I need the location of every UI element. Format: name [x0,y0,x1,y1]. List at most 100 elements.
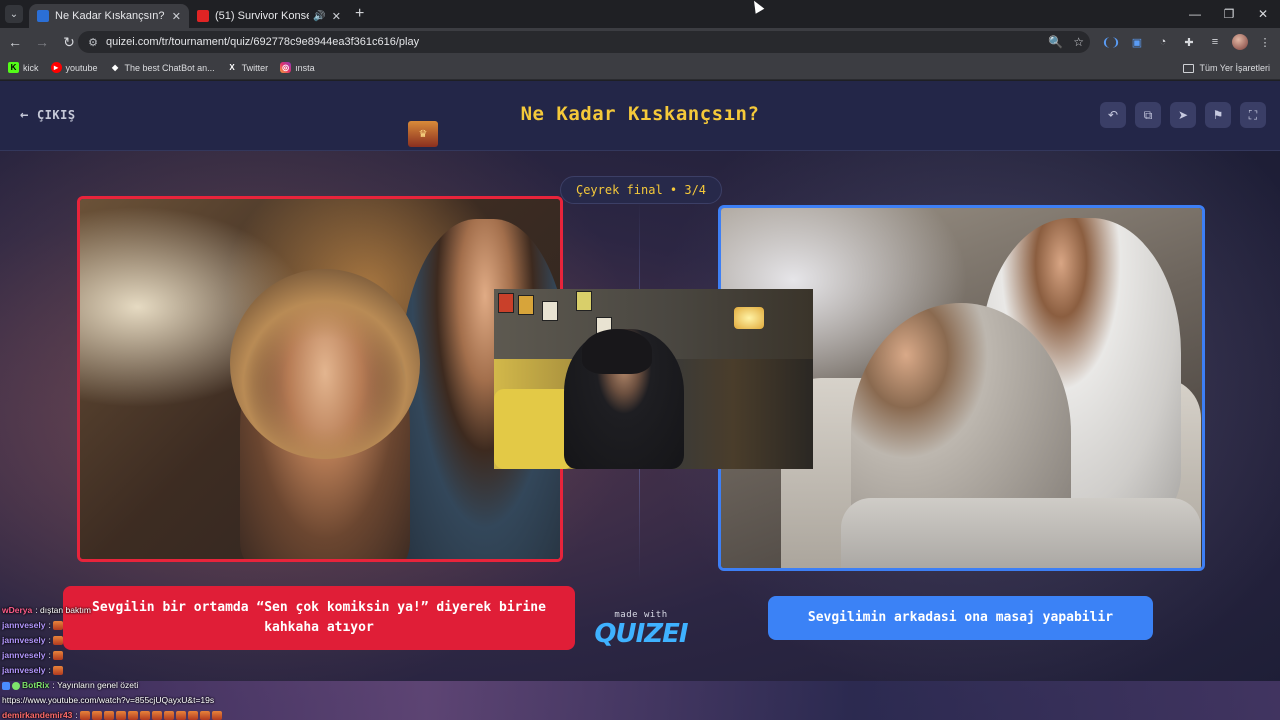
youtube-icon: ▸ [50,62,62,73]
bookmark-label: ınsta [295,62,315,73]
window-controls: — ❐ ✕ [1178,0,1280,28]
chat-username: wDerya [2,605,33,615]
close-icon[interactable]: ✕ [332,10,341,23]
bookmarks-bar: K kick ▸ youtube ◆ The best ChatBot an..… [0,56,1280,80]
tab-quiz[interactable]: Ne Kadar Kıskançsın? - Tier List ✕ [29,4,189,28]
chat-message: jannvesely : [2,663,302,678]
stream-chat-overlay: wDerya : dıştan baktım jannvesely : jann… [2,603,302,720]
made-with-badge[interactable]: made with QUIZEI [594,610,688,648]
bookmark-label: Twitter [241,62,269,73]
bookmark-kick[interactable]: K kick [8,62,39,73]
extensions-puzzle-icon[interactable]: ✚ [1180,33,1198,51]
profile-avatar[interactable] [1232,34,1248,50]
address-bar[interactable]: ⚙ quizei.com/tr/tournament/quiz/692778c9… [78,31,1090,53]
new-tab-button[interactable]: + [355,5,364,23]
chatbot-icon: ◆ [111,63,119,72]
speaker-icon[interactable]: 🔊 [313,11,325,22]
emote-icon [212,711,223,720]
chat-text: dıştan baktım [39,605,92,615]
emote-icon [164,711,175,720]
extension-1-icon[interactable]: ❨❩ [1102,33,1120,51]
emote-icon [92,711,103,720]
instagram-icon: ◎ [280,62,292,73]
option-left-photo [80,199,560,559]
blanket [841,498,1201,568]
emote-icon [140,711,151,720]
send-icon[interactable]: ➤ [1170,102,1196,128]
bookmark-twitter[interactable]: X Twitter [227,62,269,73]
undo-icon[interactable]: ↶ [1100,102,1126,128]
wall-poster [576,291,592,311]
emote-icon [200,711,211,720]
fullscreen-icon[interactable]: ⛶ [1240,102,1266,128]
x-icon: X [229,63,235,72]
extension-2-icon[interactable]: ▣ [1128,33,1146,51]
streamer-hair [582,329,652,374]
window-close-icon[interactable]: ✕ [1246,0,1280,28]
quizei-favicon-icon [37,10,49,22]
bookmark-label: The best ChatBot an... [124,62,215,73]
emote-icon [53,621,64,630]
emote-icon [152,711,163,720]
chat-message: wDerya : dıştan baktım [2,603,302,618]
minimize-icon[interactable]: — [1178,0,1212,28]
flag-icon[interactable]: ⚑ [1205,102,1231,128]
bookmark-youtube[interactable]: ▸ youtube [50,62,98,73]
option-left-card[interactable] [77,196,563,562]
lamp [734,307,764,329]
chat-message: BotRix : Yayınların genel özeti [2,678,302,693]
bookmark-star-icon[interactable]: ☆ [1073,35,1084,49]
menu-icon[interactable]: ⋮ [1256,33,1274,51]
all-bookmarks-label: Tüm Yer İşaretleri [1199,63,1270,73]
tab-search-button[interactable]: ⌄ [5,5,23,23]
header-actions: ↶ ⧉ ➤ ⚑ ⛶ [1100,102,1266,128]
extensions: ❨❩ ▣ ◔ ✚ ≡ ⋮ [1102,28,1274,56]
youtube-favicon-icon [197,10,209,22]
tab-youtube[interactable]: (51) Survivor Konsey Müziği 🔊 ✕ [189,4,349,28]
chat-username: jannvesely [2,665,46,675]
chat-username: jannvesely [2,620,46,630]
tab-title: Ne Kadar Kıskançsın? - Tier List [55,10,166,22]
zoom-icon[interactable]: 🔍 [1048,35,1063,49]
bookmark-label: youtube [65,62,98,73]
option-right-caption[interactable]: Sevgilimin arkadasi ona masaj yapabilir [768,596,1153,640]
emote-icon [104,711,115,720]
reading-list-icon[interactable]: ≡ [1206,33,1224,51]
tab-title: (51) Survivor Konsey Müziği [215,10,310,22]
wall-poster [498,293,514,313]
chat-message: jannvesely : [2,618,302,633]
chat-username: jannvesely [2,650,46,660]
share-icon[interactable]: ⧉ [1135,102,1161,128]
chat-link[interactable]: https://www.youtube.com/watch?v=855cjUQa… [2,693,214,708]
wall-poster [542,301,558,321]
back-button[interactable]: ← [3,30,27,54]
emote-icon [53,651,64,660]
restore-icon[interactable]: ❐ [1212,0,1246,28]
chat-message: jannvesely : [2,633,302,648]
chat-message: jannvesely : [2,648,302,663]
toolbar: ← → ↻ ⚙ quizei.com/tr/tournament/quiz/69… [0,28,1280,56]
url-text[interactable]: quizei.com/tr/tournament/quiz/692778c9e8… [106,36,419,48]
folder-icon [1183,63,1195,73]
emote-icon [53,666,64,675]
chat-username: demirkandemir43 [2,710,73,720]
site-info-icon[interactable]: ⚙ [86,35,100,49]
extension-3-icon[interactable]: ◔ [1154,33,1172,51]
bookmark-insta[interactable]: ◎ ınsta [280,62,315,73]
bookmark-label: kick [23,62,39,73]
emote-icon [80,711,91,720]
emote-icon [176,711,187,720]
emote-icon [188,711,199,720]
webcam-overlay [494,289,813,469]
bookmark-chatbot[interactable]: ◆ The best ChatBot an... [110,62,215,73]
chat-username: jannvesely [2,635,46,645]
forward-button[interactable]: → [30,30,54,54]
all-bookmarks[interactable]: Tüm Yer İşaretleri [1183,56,1270,80]
tab-bar: ⌄ Ne Kadar Kıskançsın? - Tier List ✕ (51… [0,0,1280,28]
bot-badge-icon [2,681,10,690]
close-icon[interactable]: ✕ [172,10,181,23]
chat-username: BotRix [22,680,50,690]
wall-poster [518,295,534,315]
quiz-header: ← ÇIKIŞ Ne Kadar Kıskançsın? ↶ ⧉ ➤ ⚑ ⛶ ♛ [0,81,1280,151]
emote-icon [116,711,127,720]
